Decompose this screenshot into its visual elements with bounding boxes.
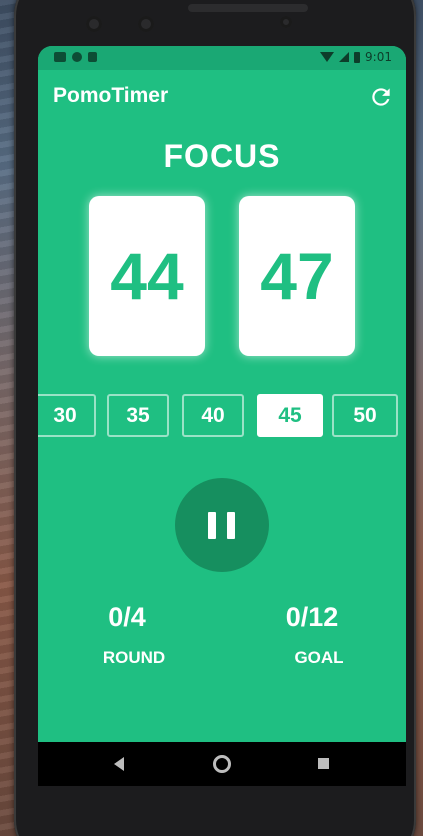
sd-card-icon <box>88 52 97 62</box>
back-icon[interactable] <box>114 757 124 771</box>
timer-mode-label: FOCUS <box>163 138 281 174</box>
gmail-icon <box>54 52 66 62</box>
speaker-grille <box>188 4 308 12</box>
minutes-card: 44 <box>89 196 205 356</box>
pause-icon <box>208 512 216 539</box>
duration-options: 30 35 40 45 50 <box>38 394 406 440</box>
pause-icon-bar <box>227 512 235 539</box>
round-label: ROUND <box>102 648 166 667</box>
home-icon[interactable] <box>213 755 231 773</box>
round-value: 0/4 <box>108 602 146 632</box>
pause-button[interactable] <box>175 478 269 572</box>
seconds-card: 47 <box>239 196 355 356</box>
circle-icon <box>72 52 82 62</box>
goal-value: 0/12 <box>285 602 339 632</box>
seconds-value: 47 <box>260 239 334 313</box>
status-time: 9:01 <box>365 50 392 64</box>
battery-icon <box>354 51 361 63</box>
goal-label: GOAL <box>294 648 344 667</box>
refresh-icon[interactable] <box>368 84 394 110</box>
minutes-value: 44 <box>110 239 184 313</box>
proximity-sensor-icon <box>280 16 292 28</box>
app-title: PomoTimer <box>53 84 169 107</box>
wifi-icon <box>320 52 335 62</box>
status-bar: 9:01 <box>38 46 406 70</box>
duration-option-50[interactable]: 50 <box>332 394 398 437</box>
recent-apps-icon[interactable] <box>318 758 329 769</box>
duration-option-30[interactable]: 30 <box>38 394 96 437</box>
front-camera-icon <box>86 16 102 32</box>
system-nav-bar <box>38 742 406 786</box>
duration-option-45[interactable]: 45 <box>257 394 323 437</box>
duration-option-40[interactable]: 40 <box>182 394 244 437</box>
sensor-icon <box>138 16 154 32</box>
duration-option-35[interactable]: 35 <box>107 394 169 437</box>
app-screen: 9:01 PomoTimer FOCUS 44 47 30 35 40 45 5… <box>38 46 406 742</box>
signal-icon <box>339 52 350 62</box>
